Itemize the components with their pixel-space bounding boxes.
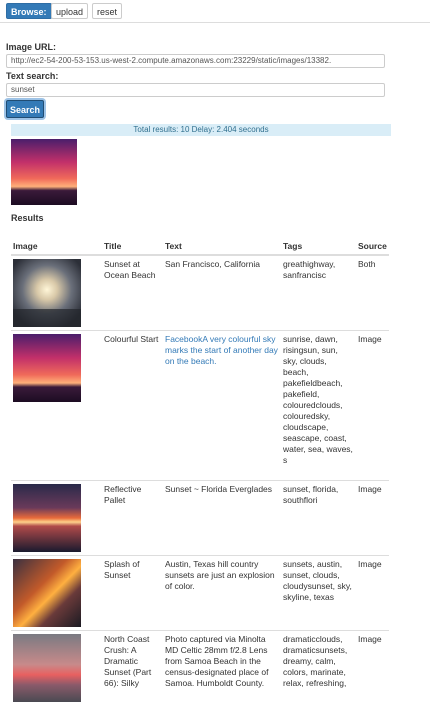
results-status: Total results: 10 Delay: 2.404 seconds — [11, 124, 391, 136]
result-source: Image — [356, 556, 389, 631]
result-thumbnail[interactable] — [13, 484, 81, 552]
result-text: San Francisco, California — [163, 255, 281, 331]
upload-button[interactable]: upload — [51, 3, 88, 19]
result-thumbnail[interactable] — [13, 259, 81, 327]
column-header-image: Image — [11, 238, 102, 255]
result-text: Photo captured via Minolta MD Celtic 28m… — [163, 631, 281, 705]
results-heading: Results — [11, 213, 44, 223]
result-title: Sunset at Ocean Beach — [102, 255, 163, 331]
image-url-input[interactable]: http://ec2-54-200-53-153.us-west-2.compu… — [6, 54, 385, 68]
reset-button[interactable]: reset — [92, 3, 122, 19]
result-tags: dramaticclouds, dramaticsunsets, dreamy,… — [281, 631, 356, 705]
column-header-text: Text — [163, 238, 281, 255]
result-text-link[interactable]: FacebookA very colourful sky marks the s… — [163, 331, 281, 481]
result-thumbnail[interactable] — [13, 334, 81, 402]
image-url-label: Image URL: — [6, 42, 56, 52]
column-header-title: Title — [102, 238, 163, 255]
result-title: North Coast Crush: A Dramatic Sunset (Pa… — [102, 631, 163, 705]
result-image-cell — [11, 331, 102, 481]
result-source: Both — [356, 255, 389, 331]
result-title: Reflective Pallet — [102, 481, 163, 556]
text-search-input[interactable]: sunset — [6, 83, 385, 97]
table-header-row: Image Title Text Tags Source — [11, 238, 389, 255]
result-tags: sunset, florida, southflori — [281, 481, 356, 556]
top-toolbar: Browse: upload reset — [0, 0, 430, 23]
table-row: Colourful Start FacebookA very colourful… — [11, 331, 389, 481]
column-header-tags: Tags — [281, 238, 356, 255]
text-search-label: Text search: — [6, 71, 58, 81]
table-row: Reflective Pallet Sunset ~ Florida Everg… — [11, 481, 389, 556]
result-thumbnail[interactable] — [13, 559, 81, 627]
result-tags: sunrise, dawn, risingsun, sun, sky, clou… — [281, 331, 356, 481]
search-button[interactable]: Search — [6, 100, 44, 118]
result-image-cell — [11, 631, 102, 705]
table-row: Splash of Sunset Austin, Texas hill coun… — [11, 556, 389, 631]
result-tags: sunsets, austin, sunset, clouds, cloudys… — [281, 556, 356, 631]
result-thumbnail[interactable] — [13, 634, 81, 702]
result-title: Splash of Sunset — [102, 556, 163, 631]
result-tags: greathighway, sanfrancisc — [281, 255, 356, 331]
result-image-cell — [11, 481, 102, 556]
result-image-cell — [11, 556, 102, 631]
result-image-cell — [11, 255, 102, 331]
result-text: Austin, Texas hill country sunsets are j… — [163, 556, 281, 631]
result-source: Image — [356, 481, 389, 556]
result-source: Image — [356, 331, 389, 481]
query-image-preview — [11, 139, 77, 205]
result-source: Image — [356, 631, 389, 705]
result-title: Colourful Start — [102, 331, 163, 481]
table-row: Sunset at Ocean Beach San Francisco, Cal… — [11, 255, 389, 331]
column-header-source: Source — [356, 238, 389, 255]
browse-button[interactable]: Browse: — [6, 3, 52, 19]
results-table: Image Title Text Tags Source Sunset at O… — [11, 238, 389, 705]
table-row: North Coast Crush: A Dramatic Sunset (Pa… — [11, 631, 389, 705]
result-text: Sunset ~ Florida Everglades — [163, 481, 281, 556]
